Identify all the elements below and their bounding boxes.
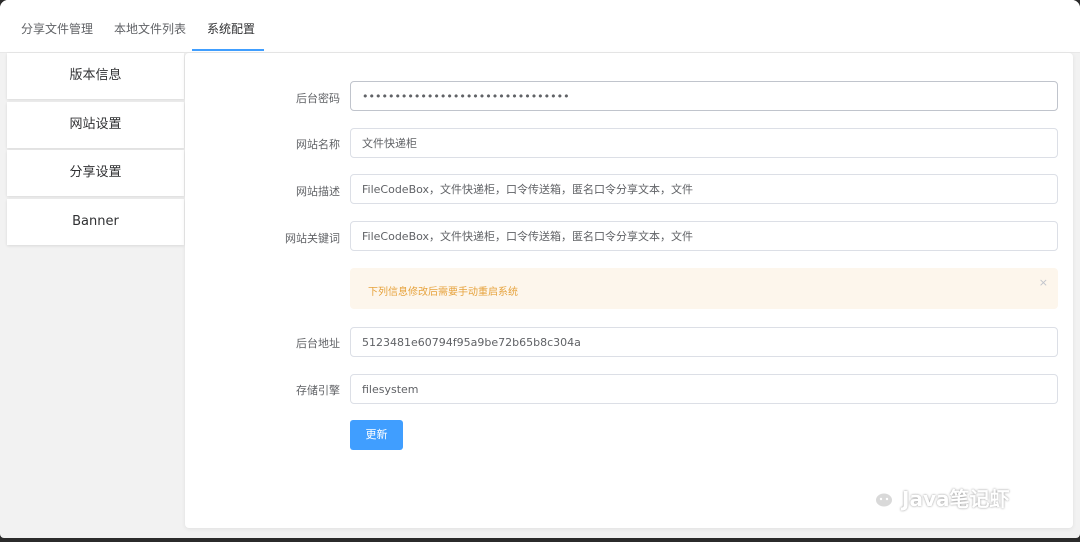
site-description-field[interactable]: [350, 174, 1058, 204]
wechat-icon: [863, 485, 894, 509]
top-tab-bar: 分享文件管理 本地文件列表 系统配置: [0, 0, 1080, 53]
tab-share-file-management[interactable]: 分享文件管理: [21, 0, 93, 53]
sidebar-item-share-settings[interactable]: 分享设置: [7, 150, 184, 196]
sidebar-item-version-info[interactable]: 版本信息: [7, 53, 184, 99]
watermark: Java笔记虾: [862, 482, 1009, 512]
site-name-field[interactable]: [350, 128, 1058, 158]
site-keywords-field[interactable]: [350, 221, 1058, 251]
admin-address-label: 后台地址: [296, 337, 340, 350]
active-tab-indicator: [192, 49, 264, 51]
tab-system-config[interactable]: 系统配置: [207, 0, 255, 53]
update-button[interactable]: 更新: [350, 420, 403, 450]
site-name-label: 网站名称: [296, 138, 340, 151]
site-keywords-label: 网站关键词: [285, 232, 340, 245]
admin-address-field[interactable]: [350, 327, 1058, 357]
settings-sidebar: 版本信息 网站设置 分享设置 Banner: [7, 53, 184, 246]
storage-engine-label: 存储引擎: [296, 384, 340, 397]
close-icon[interactable]: ×: [1039, 276, 1048, 289]
admin-password-label: 后台密码: [296, 92, 340, 105]
admin-password-field[interactable]: [350, 81, 1058, 111]
sidebar-item-site-settings[interactable]: 网站设置: [7, 102, 184, 148]
restart-warning-alert: 下列信息修改后需要手动重启系统 ×: [350, 268, 1058, 309]
site-description-label: 网站描述: [296, 185, 340, 198]
settings-form-panel: 后台密码 网站名称 网站描述 网站关键词 下列信息修改后需要手动重启系统 × 后…: [185, 53, 1073, 528]
sidebar-item-banner[interactable]: Banner: [7, 199, 184, 245]
watermark-text: Java笔记虾: [902, 486, 1010, 511]
app-window: 分享文件管理 本地文件列表 系统配置 版本信息 网站设置 分享设置 Banner…: [0, 0, 1080, 538]
storage-engine-field[interactable]: [350, 374, 1058, 404]
tab-local-file-list[interactable]: 本地文件列表: [114, 0, 186, 53]
alert-message: 下列信息修改后需要手动重启系统: [368, 287, 518, 298]
